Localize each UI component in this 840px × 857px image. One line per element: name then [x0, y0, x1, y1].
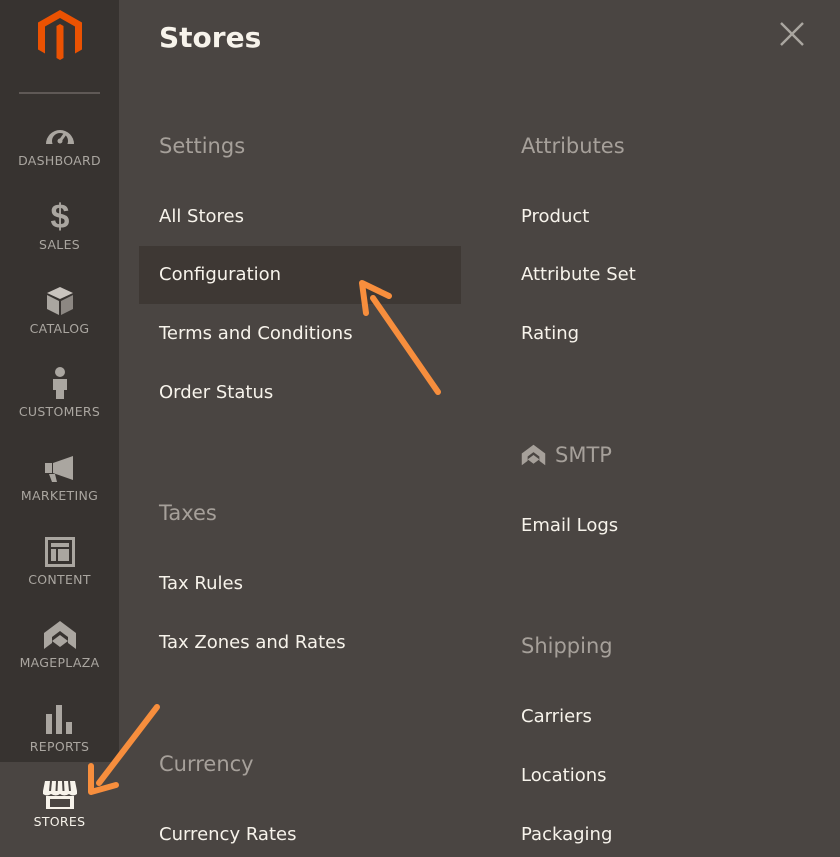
- close-icon: [780, 22, 804, 46]
- menu-link-product[interactable]: Product: [521, 205, 589, 229]
- menu-link-attribute-set[interactable]: Attribute Set: [521, 263, 636, 287]
- section-title-attributes: Attributes: [521, 134, 625, 158]
- menu-link-tax-rules[interactable]: Tax Rules: [159, 572, 243, 596]
- sidebar-item-label: STORES: [33, 814, 86, 829]
- sidebar-item-label: REPORTS: [29, 739, 90, 754]
- sidebar-item-sales[interactable]: $ SALES: [0, 192, 119, 276]
- mageplaza-icon: [521, 444, 546, 466]
- menu-link-rating[interactable]: Rating: [521, 322, 579, 346]
- sidebar-item-label: CATALOG: [29, 321, 90, 336]
- admin-sidebar: DASHBOARD $ SALES CATALOG CUSTOMERS MARK…: [0, 0, 119, 857]
- megaphone-icon: [44, 456, 73, 482]
- sidebar-item-catalog[interactable]: CATALOG: [0, 276, 119, 360]
- menu-link-email-logs[interactable]: Email Logs: [521, 514, 618, 538]
- sidebar-item-label: CONTENT: [28, 572, 91, 587]
- menu-link-carriers[interactable]: Carriers: [521, 705, 592, 729]
- gauge-icon: [45, 130, 74, 148]
- menu-link-packaging[interactable]: Packaging: [521, 823, 612, 847]
- sidebar-item-label: MAGEPLAZA: [19, 655, 100, 670]
- sidebar-item-label: MARKETING: [20, 488, 99, 503]
- sidebar-item-mageplaza[interactable]: MAGEPLAZA: [0, 610, 119, 694]
- bar-chart-icon: [45, 705, 72, 734]
- sidebar-item-stores[interactable]: STORES: [0, 762, 119, 857]
- menu-link-order-status[interactable]: Order Status: [159, 381, 273, 405]
- menu-link-configuration[interactable]: Configuration: [159, 263, 281, 287]
- dollar-icon: $: [50, 198, 69, 232]
- box-icon: [46, 287, 73, 315]
- sidebar-item-label: DASHBOARD: [18, 153, 101, 168]
- section-title-shipping: Shipping: [521, 634, 613, 658]
- section-title-label: SMTP: [555, 443, 612, 467]
- menu-link-all-stores[interactable]: All Stores: [159, 205, 244, 229]
- sidebar-divider: [19, 92, 100, 94]
- menu-link-terms-and-conditions[interactable]: Terms and Conditions: [159, 322, 353, 346]
- section-title-taxes: Taxes: [159, 501, 217, 525]
- person-icon: [52, 367, 67, 399]
- sidebar-item-customers[interactable]: CUSTOMERS: [0, 359, 119, 443]
- magento-logo[interactable]: [35, 8, 85, 64]
- menu-link-locations[interactable]: Locations: [521, 764, 607, 788]
- section-title-currency: Currency: [159, 752, 254, 776]
- mageplaza-icon: [43, 621, 76, 649]
- sidebar-item-content[interactable]: CONTENT: [0, 527, 119, 611]
- svg-text:$: $: [50, 198, 69, 232]
- menu-link-tax-zones-and-rates[interactable]: Tax Zones and Rates: [159, 631, 346, 655]
- storefront-icon: [42, 780, 77, 809]
- panel-title: Stores: [159, 21, 262, 54]
- sidebar-item-marketing[interactable]: MARKETING: [0, 443, 119, 527]
- sidebar-item-dashboard[interactable]: DASHBOARD: [0, 108, 119, 192]
- layout-icon: [44, 537, 75, 567]
- section-title-smtp: SMTP: [521, 441, 612, 469]
- close-button[interactable]: [776, 18, 808, 50]
- section-title-settings: Settings: [159, 134, 246, 158]
- sidebar-item-label: SALES: [38, 237, 80, 252]
- annotation-arrows: [88, 280, 441, 795]
- sidebar-item-label: CUSTOMERS: [18, 404, 101, 419]
- menu-link-currency-rates[interactable]: Currency Rates: [159, 823, 296, 847]
